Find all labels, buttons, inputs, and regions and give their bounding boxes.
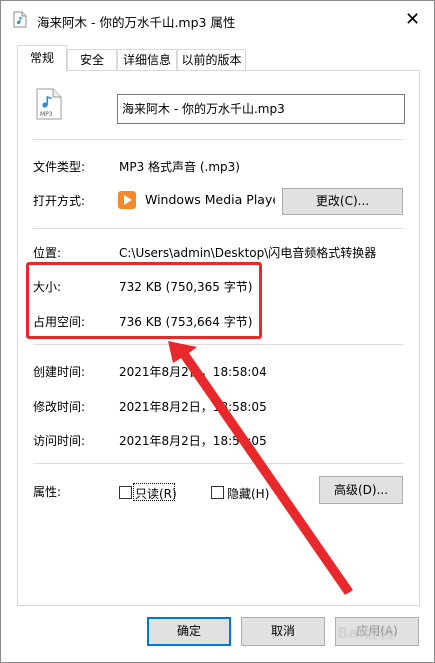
properties-dialog: 海来阿木 - 你的万水千山.mp3 属性 ✕ 常规 安全 详细信息 以前的版本 … — [0, 0, 435, 663]
accessed-value: 2021年8月2日，18:58:05 — [119, 434, 267, 448]
cancel-button[interactable]: 取消 — [241, 617, 325, 646]
annotation-highlight-box — [26, 262, 262, 339]
separator — [33, 228, 403, 229]
mp3-file-icon — [13, 11, 27, 28]
readonly-checkbox[interactable] — [119, 486, 132, 499]
created-label: 创建时间: — [33, 365, 86, 379]
separator — [33, 139, 403, 140]
separator — [33, 463, 403, 464]
watermark-text: Bai经验 — [337, 624, 394, 642]
hidden-label[interactable]: 隐藏(H) — [227, 485, 269, 502]
close-button[interactable]: ✕ — [390, 1, 434, 39]
file-type-value: MP3 格式声音 (.mp3) — [119, 160, 240, 174]
media-player-icon — [118, 191, 136, 209]
accessed-label: 访问时间: — [33, 434, 86, 448]
mp3-file-icon: MP3 — [36, 88, 62, 120]
tab-previous-versions[interactable]: 以前的版本 — [177, 49, 246, 71]
watermark-logo: Bai经验 — [317, 615, 427, 649]
tab-general[interactable]: 常规 — [17, 45, 67, 72]
location-label: 位置: — [33, 246, 62, 260]
file-type-label: 文件类型: — [33, 160, 86, 174]
svg-text:MP3: MP3 — [40, 111, 53, 118]
open-with-label: 打开方式: — [33, 194, 86, 208]
location-value: C:\Users\admin\Desktop\闪电音频格式转换器 — [119, 246, 377, 260]
modified-label: 修改时间: — [33, 400, 86, 414]
hidden-checkbox[interactable] — [211, 486, 224, 499]
created-value: 2021年8月2日，18:58:04 — [119, 365, 267, 379]
window-title: 海来阿木 - 你的万水千山.mp3 属性 — [37, 15, 236, 30]
change-button[interactable]: 更改(C)... — [282, 188, 403, 215]
open-with-value: Windows Media Playe — [145, 192, 275, 207]
attributes-label: 属性: — [33, 485, 62, 499]
tab-security[interactable]: 安全 — [67, 49, 117, 71]
separator — [33, 344, 403, 345]
tab-details[interactable]: 详细信息 — [117, 49, 177, 71]
advanced-button[interactable]: 高级(D)... — [319, 476, 403, 504]
title-bar[interactable]: 海来阿木 - 你的万水千山.mp3 属性 ✕ — [1, 1, 434, 39]
close-icon: ✕ — [405, 9, 421, 30]
readonly-label[interactable]: 只读(R) — [135, 485, 177, 502]
ok-button[interactable]: 确定 — [147, 617, 231, 646]
filename-field[interactable]: 海来阿木 - 你的万水千山.mp3 — [117, 94, 405, 124]
modified-value: 2021年8月2日，18:58:05 — [119, 400, 267, 414]
